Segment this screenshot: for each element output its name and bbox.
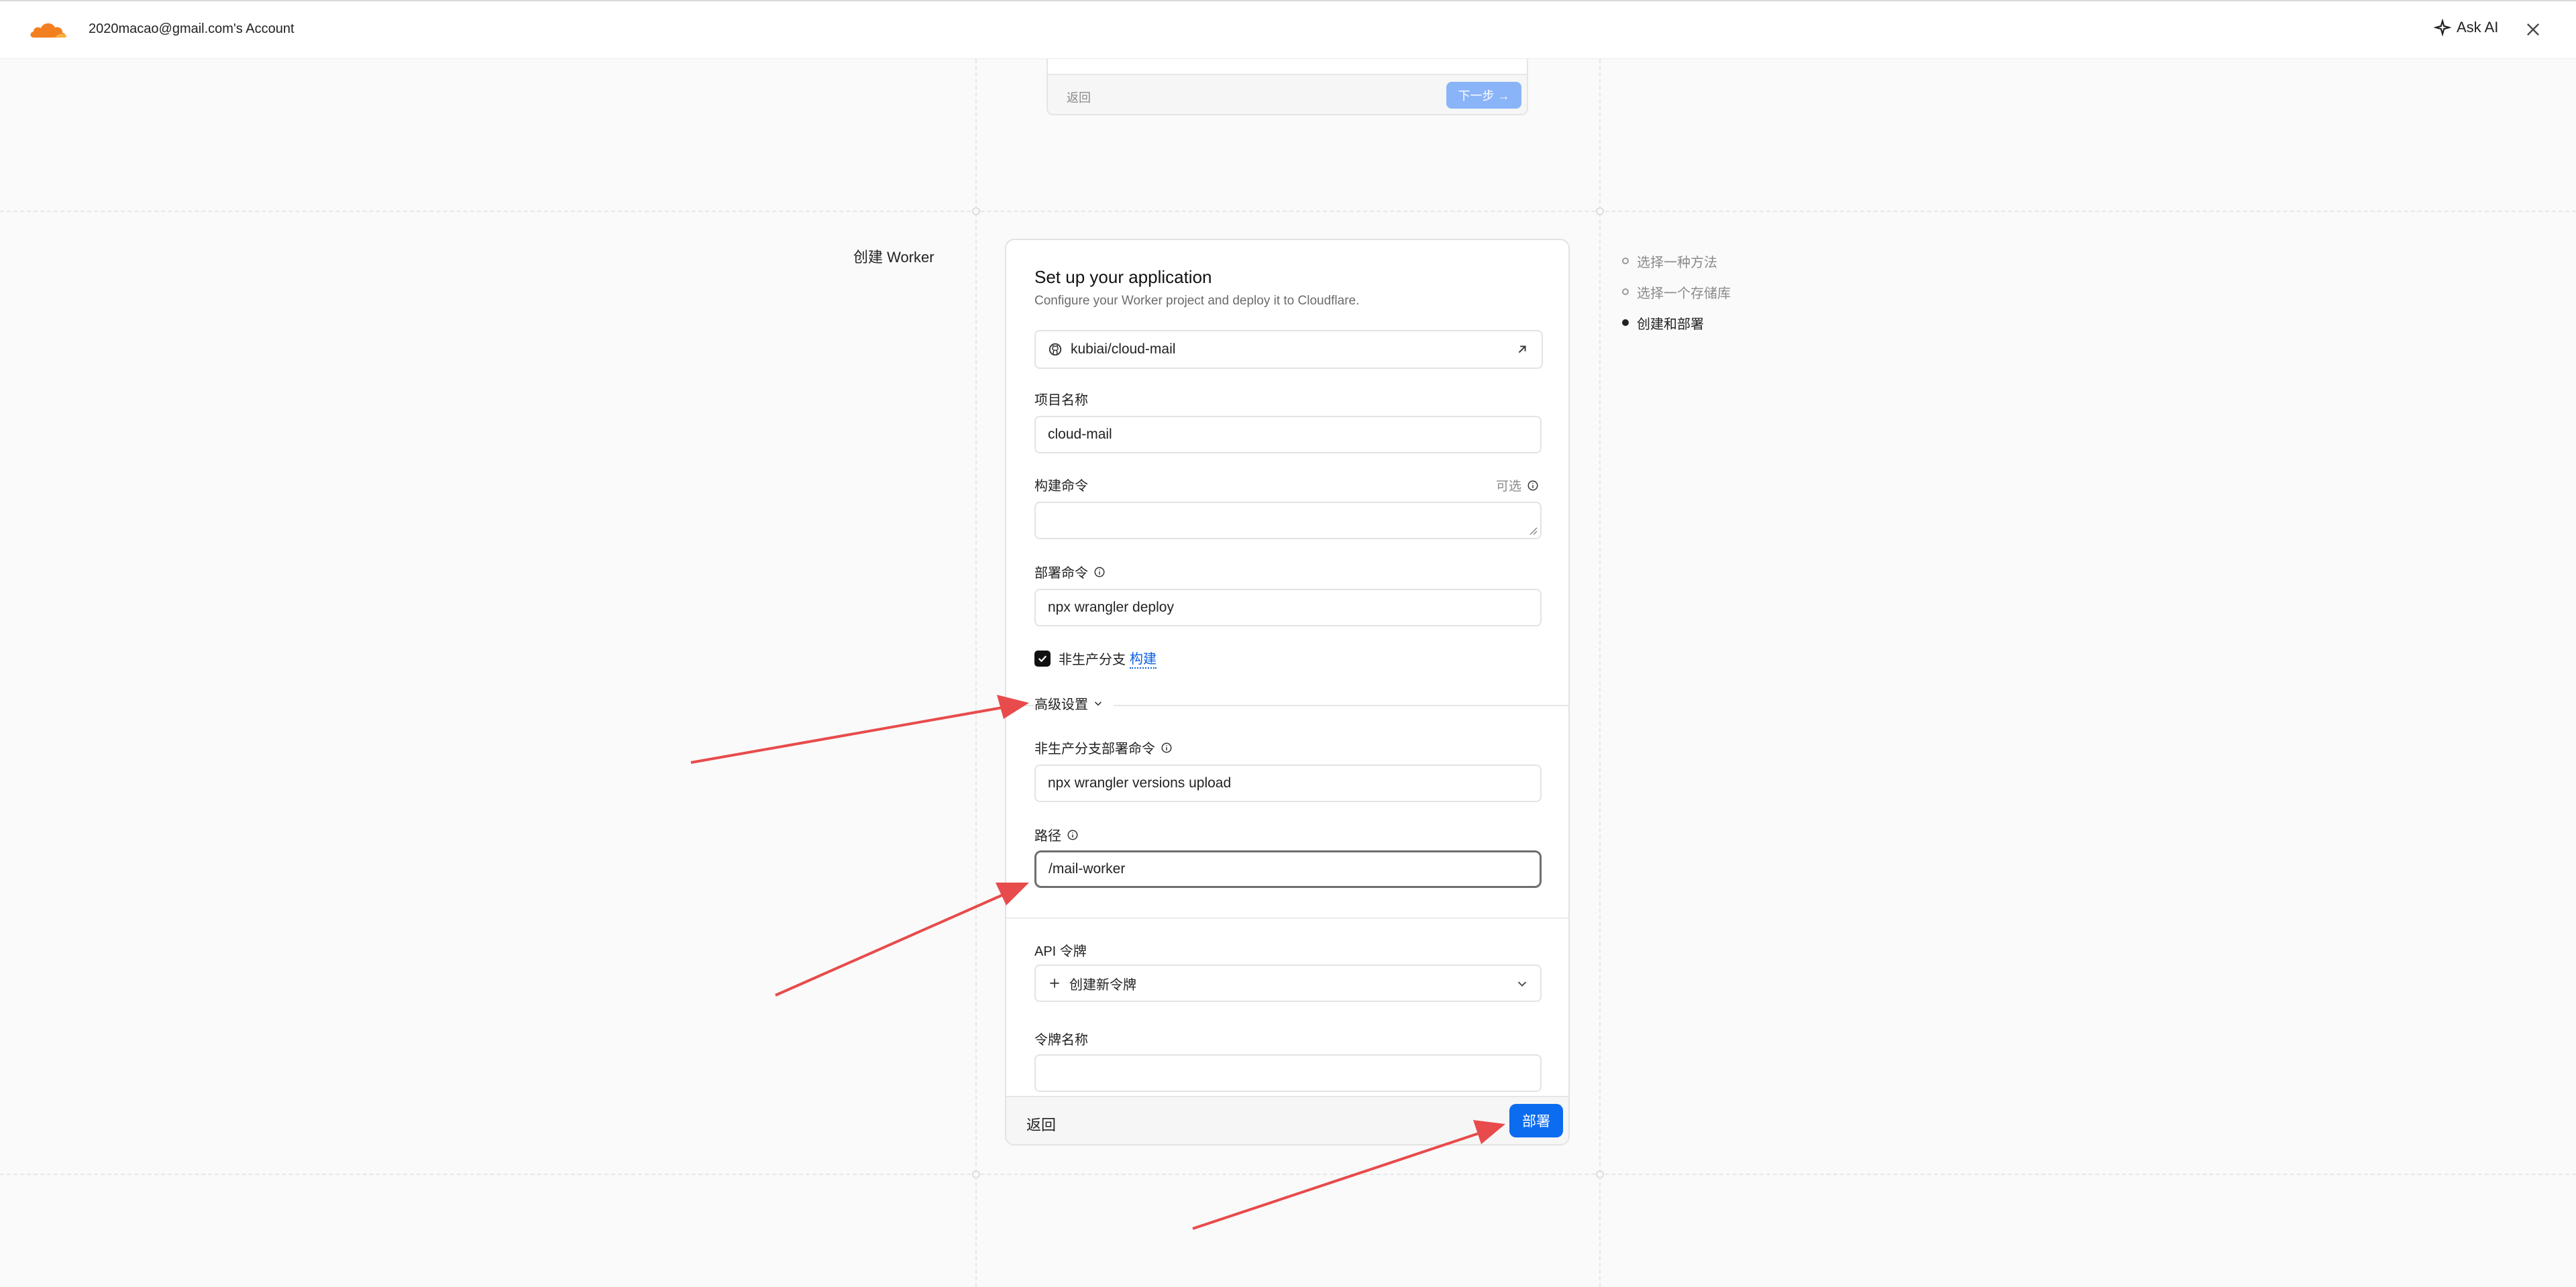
- repository-link[interactable]: kubiai/cloud-mail: [1034, 330, 1543, 369]
- step-item: 选择一个存储库: [1622, 276, 1731, 307]
- token-name-label-text: 令牌名称: [1034, 1033, 1088, 1048]
- grid-dot: [1596, 1170, 1604, 1178]
- deploy-command-input[interactable]: npx wrangler deploy: [1034, 589, 1542, 626]
- step-label: 选择一个存储库: [1637, 286, 1731, 301]
- previous-next-button[interactable]: 下一步 →: [1446, 82, 1521, 109]
- path-label-text: 路径: [1034, 829, 1061, 844]
- ask-ai-label: Ask AI: [2457, 19, 2499, 36]
- grid-line: [975, 59, 977, 1287]
- grid-dot: [972, 1170, 980, 1178]
- grid-line: [0, 211, 2576, 212]
- path-input[interactable]: /mail-worker: [1034, 850, 1542, 888]
- optional-tag: 可选: [1496, 476, 1539, 494]
- step-label: 创建和部署: [1637, 317, 1704, 332]
- step-bullet-icon: [1622, 319, 1629, 326]
- advanced-settings-toggle[interactable]: 高级设置: [1034, 693, 1114, 713]
- build-command-textarea[interactable]: [1034, 502, 1542, 539]
- grid-line: [0, 1174, 2576, 1175]
- step-item-active: 创建和部署: [1622, 307, 1731, 338]
- non-prod-deploy-label: 非生产分支部署命令: [1034, 738, 1173, 757]
- plus-icon: [1050, 978, 1059, 988]
- chevron-down-icon: [1094, 701, 1102, 706]
- card-title: Set up your application: [1034, 267, 1212, 287]
- non-prod-deploy-label-text: 非生产分支部署命令: [1034, 742, 1155, 757]
- token-name-label: 令牌名称: [1034, 1029, 1088, 1048]
- close-icon[interactable]: [2524, 20, 2542, 39]
- token-name-input[interactable]: [1034, 1054, 1542, 1092]
- info-icon[interactable]: [1161, 742, 1173, 754]
- build-command-label: 构建命令: [1034, 475, 1088, 494]
- previous-step-card-body: [1048, 59, 1527, 75]
- arrow-to-path-input: [775, 883, 1029, 997]
- cloudflare-logo-icon[interactable]: [28, 19, 68, 40]
- step-label: 选择一种方法: [1637, 255, 1717, 270]
- info-icon[interactable]: [1527, 480, 1539, 492]
- path-label: 路径: [1034, 825, 1079, 844]
- chevron-down-icon: [1517, 981, 1527, 987]
- setup-card: Set up your application Configure your W…: [1005, 239, 1570, 1145]
- non-prod-build-checkbox[interactable]: [1034, 650, 1051, 667]
- previous-step-card: 返回 下一步 →: [1046, 59, 1528, 115]
- section-label: 创建 Worker: [853, 249, 934, 266]
- back-button[interactable]: 返回: [1026, 1113, 1056, 1135]
- info-icon[interactable]: [1093, 566, 1106, 578]
- optional-text: 可选: [1495, 480, 1521, 494]
- project-name-label-text: 项目名称: [1034, 393, 1088, 408]
- project-name-value: cloud-mail: [1048, 427, 1112, 442]
- grid-dot: [1596, 207, 1604, 215]
- api-token-select[interactable]: 创建新令牌: [1034, 964, 1542, 1002]
- sparkle-icon: [2434, 19, 2451, 36]
- setup-card-body: Set up your application Configure your W…: [1006, 240, 1568, 1097]
- checkmark-icon: [1038, 655, 1047, 662]
- resize-grip-icon[interactable]: [1528, 526, 1538, 535]
- grid-dot: [972, 207, 980, 215]
- step-item: 选择一种方法: [1622, 245, 1731, 276]
- ask-ai-button[interactable]: Ask AI: [2434, 19, 2498, 36]
- step-bullet-icon: [1622, 258, 1629, 264]
- card-subtitle: Configure your Worker project and deploy…: [1034, 294, 1360, 308]
- non-prod-build-row: 非生产分支 构建: [1034, 648, 1157, 669]
- api-token-label-text: API 令牌: [1034, 944, 1087, 959]
- build-command-label-text: 构建命令: [1034, 479, 1088, 494]
- section-divider: [1006, 917, 1568, 919]
- info-icon[interactable]: [1067, 829, 1079, 841]
- non-prod-build-label: 非生产分支: [1059, 653, 1126, 667]
- api-token-value: 创建新令牌: [1069, 977, 1136, 993]
- deploy-command-label: 部署命令: [1034, 562, 1106, 581]
- grid-line: [1599, 59, 1601, 1287]
- path-value: /mail-worker: [1049, 861, 1126, 877]
- github-icon: [1049, 343, 1062, 356]
- deploy-command-value: npx wrangler deploy: [1048, 600, 1174, 615]
- arrow-to-advanced-settings: [690, 695, 1029, 764]
- step-list: 选择一种方法 选择一个存储库 创建和部署: [1622, 245, 1731, 338]
- external-link-icon[interactable]: [1515, 342, 1529, 357]
- previous-back-button[interactable]: 返回: [1067, 89, 1091, 106]
- advanced-settings-label: 高级设置: [1034, 697, 1088, 712]
- build-link[interactable]: 构建: [1130, 648, 1157, 669]
- non-prod-deploy-value: npx wrangler versions upload: [1048, 775, 1232, 791]
- deploy-button[interactable]: 部署: [1509, 1104, 1563, 1137]
- deploy-command-label-text: 部署命令: [1034, 566, 1088, 581]
- api-token-label: API 令牌: [1034, 940, 1087, 960]
- repository-name: kubiai/cloud-mail: [1071, 341, 1176, 357]
- step-bullet-icon: [1622, 288, 1629, 295]
- account-name[interactable]: 2020macao@gmail.com's Account: [89, 21, 294, 37]
- top-bar: 2020macao@gmail.com's Account Ask AI: [0, 0, 2576, 59]
- non-prod-deploy-input[interactable]: npx wrangler versions upload: [1034, 765, 1542, 802]
- project-name-label: 项目名称: [1034, 389, 1088, 408]
- project-name-input[interactable]: cloud-mail: [1034, 416, 1542, 453]
